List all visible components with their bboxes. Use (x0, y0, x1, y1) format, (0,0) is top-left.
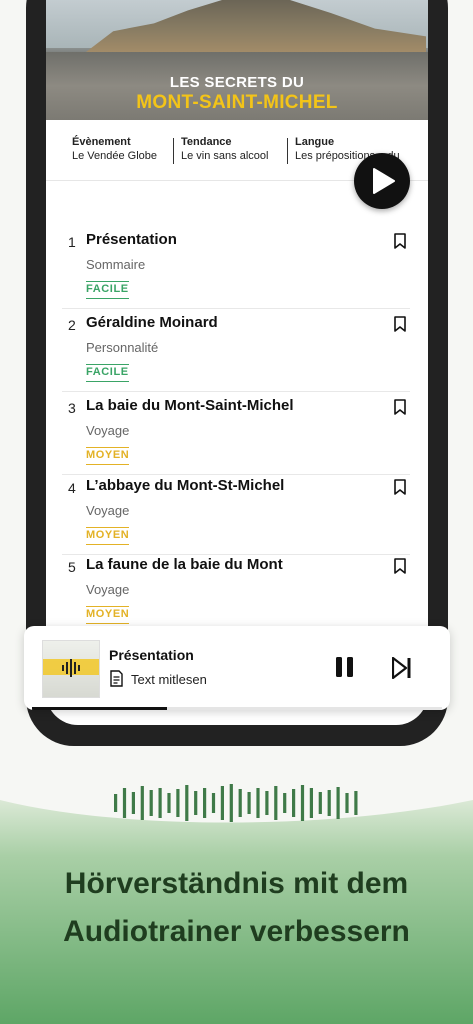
play-icon (373, 168, 395, 194)
bookmark-icon[interactable] (394, 233, 406, 249)
now-playing-title: Présentation (109, 647, 194, 663)
level-badge: MOYEN (86, 447, 130, 465)
level-badge: MOYEN (86, 527, 130, 545)
sound-wave-bar (185, 785, 189, 821)
episode-title: Présentation (86, 231, 177, 248)
divider (287, 138, 288, 164)
cover-title-line1: LES SECRETS DU (169, 74, 305, 91)
sound-wave-bar (167, 793, 171, 813)
episode-item[interactable]: 3 La baie du Mont-Saint-Michel Voyage MO… (62, 392, 410, 475)
episode-category: Voyage (86, 503, 130, 518)
skip-next-button[interactable] (392, 657, 412, 679)
playback-progress[interactable] (32, 707, 442, 710)
sound-wave-bar (176, 789, 180, 817)
episode-title: L’abbaye du Mont-St-Michel (86, 477, 285, 494)
read-along-button[interactable]: Text mitlesen (109, 670, 207, 687)
sound-wave-bar (238, 789, 242, 817)
bookmark-icon[interactable] (394, 399, 406, 415)
play-all-button[interactable] (354, 153, 410, 209)
episode-title: La baie du Mont-Saint-Michel (86, 397, 294, 414)
sound-wave-bar (122, 788, 127, 818)
sound-wave-bar (345, 793, 349, 813)
sound-wave-bar (131, 792, 135, 814)
episode-category: Personnalité (86, 340, 159, 355)
progress-fill (32, 707, 168, 710)
pause-button[interactable] (334, 656, 356, 678)
divider (173, 138, 174, 164)
audio-wave-logo-icon (62, 659, 80, 677)
bookmark-icon[interactable] (394, 316, 406, 332)
app-screen: LES SECRETS DU MONT-SAINT-MICHEL Évèneme… (46, 0, 428, 725)
episode-item[interactable]: 2 Géraldine Moinard Personnalité FACILE (62, 309, 410, 392)
episode-category: Sommaire (86, 257, 146, 272)
sound-wave-bar (265, 791, 269, 815)
episode-item[interactable]: 5 La faune de la baie du Mont Voyage MOY… (62, 551, 410, 634)
episode-title: La faune de la baie du Mont (86, 556, 283, 573)
level-badge: FACILE (86, 281, 129, 299)
mini-player[interactable]: Présentation Text mitlesen (24, 626, 450, 710)
episode-title: Géraldine Moinard (86, 314, 218, 331)
sound-wave-bar (274, 786, 278, 820)
sound-wave-bar (158, 788, 162, 818)
sound-wave-bar (140, 786, 144, 820)
sound-wave-bar (256, 788, 260, 818)
episode-item[interactable]: 4 L’abbaye du Mont-St-Michel Voyage MOYE… (62, 472, 410, 555)
magazine-cover[interactable]: LES SECRETS DU MONT-SAINT-MICHEL (46, 0, 428, 120)
episode-thumbnail (42, 640, 100, 698)
sound-wave-bar (149, 790, 153, 816)
cover-title-line2: MONT-SAINT-MICHEL (136, 92, 338, 113)
sound-wave-bar (300, 785, 305, 821)
sound-wave-bar (229, 784, 233, 822)
category-event[interactable]: Évènement Le Vendée Globe (72, 136, 157, 162)
level-badge: FACILE (86, 364, 129, 382)
sound-wave-bar (220, 786, 224, 820)
sound-wave-bar (327, 790, 331, 816)
episode-category: Voyage (86, 423, 130, 438)
sound-wave-bar (318, 792, 322, 814)
episode-item[interactable]: 1 Présentation Sommaire FACILE (62, 226, 410, 309)
sound-wave-bar (354, 791, 358, 815)
bookmark-icon[interactable] (394, 558, 406, 574)
document-icon (110, 670, 123, 687)
sound-wave-bar (194, 791, 198, 815)
sound-wave-bar (211, 793, 216, 813)
bookmark-icon[interactable] (394, 479, 406, 495)
episode-category: Voyage (86, 582, 130, 597)
sound-wave-bar (114, 794, 118, 812)
sound-wave-bar (336, 787, 340, 819)
sound-wave-bar (292, 789, 296, 817)
promo-headline: Hörverständnis mit dem Audiotrainer verb… (63, 867, 410, 948)
sound-wave-icon (114, 784, 358, 822)
level-badge: MOYEN (86, 606, 130, 624)
category-trend[interactable]: Tendance Le vin sans alcool (181, 136, 268, 162)
sound-wave-bar (203, 788, 207, 818)
sound-wave-bar (283, 793, 287, 813)
sound-wave-bar (247, 792, 251, 814)
sound-wave-bar (309, 788, 313, 818)
